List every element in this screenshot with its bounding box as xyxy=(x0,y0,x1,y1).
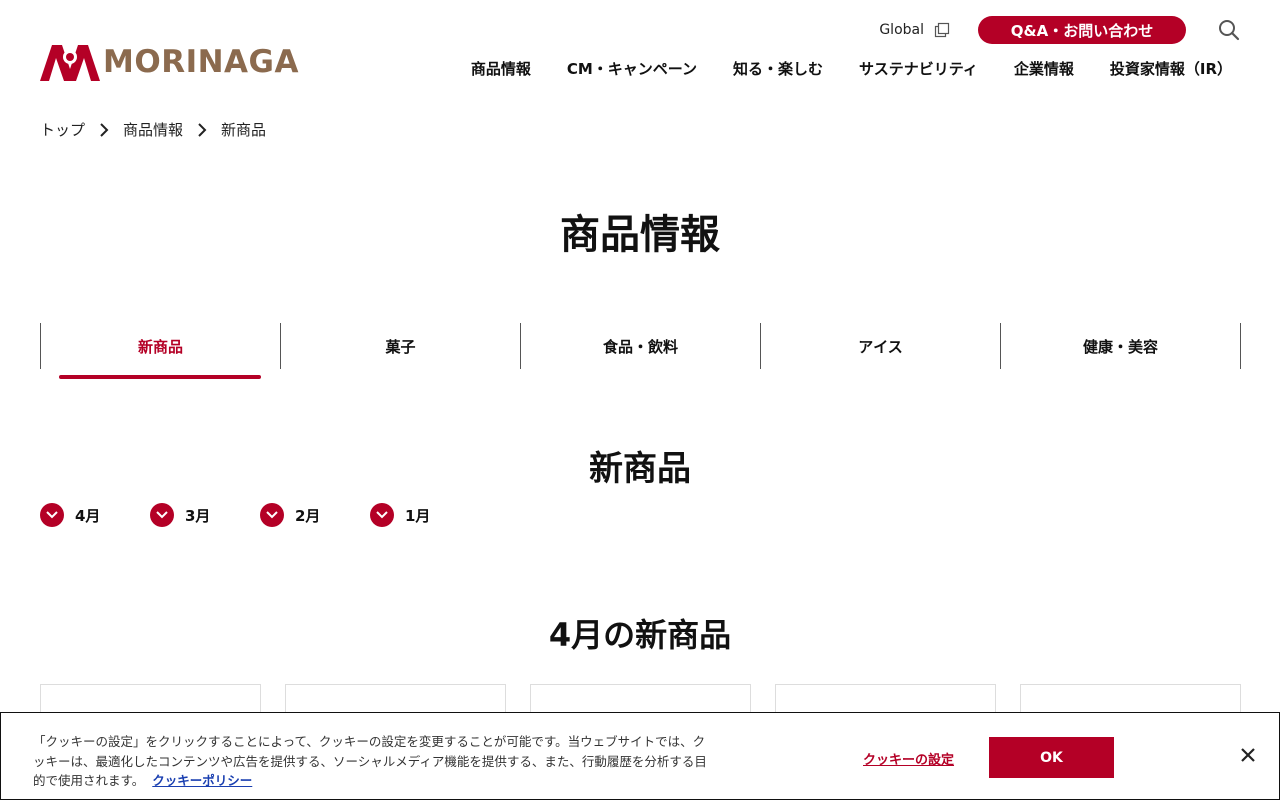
chevron-down-circle-icon xyxy=(370,503,394,527)
page-title: 商品情報 xyxy=(560,212,720,258)
breadcrumb-current: 新商品 xyxy=(221,121,267,139)
nav-item-corporate[interactable]: 企業情報 xyxy=(1014,58,1074,79)
cookie-policy-link[interactable]: クッキーポリシー xyxy=(152,773,252,788)
month-label: 1月 xyxy=(405,506,431,525)
month-anchor-links: 4月 3月 2月 1月 xyxy=(40,503,480,527)
qa-contact-button[interactable]: Q&A・お問い合わせ xyxy=(978,16,1186,44)
global-label: Global xyxy=(879,22,924,38)
nav-item-products[interactable]: 商品情報 xyxy=(471,58,531,79)
search-icon[interactable] xyxy=(1218,19,1240,41)
breadcrumb-top[interactable]: トップ xyxy=(40,119,85,140)
month-link-february[interactable]: 2月 xyxy=(260,503,370,527)
chevron-down-circle-icon xyxy=(150,503,174,527)
month-section-title: 4月の新商品 xyxy=(548,616,732,654)
category-tabs: 新商品 菓子 食品・飲料 アイス 健康・美容 xyxy=(40,323,1241,369)
month-label: 3月 xyxy=(185,506,211,525)
breadcrumb-products[interactable]: 商品情報 xyxy=(123,119,183,140)
nav-item-sustainability[interactable]: サステナビリティ xyxy=(859,58,978,79)
chevron-right-icon xyxy=(100,122,109,137)
site-header: MORINAGA Global Q&A・お問い合わせ 商品情報 CM・キャンペー… xyxy=(0,0,1280,100)
logo-text: MORINAGA xyxy=(103,44,299,80)
nav-item-learn-enjoy[interactable]: 知る・楽しむ xyxy=(733,58,823,79)
month-label: 4月 xyxy=(75,506,101,525)
morinaga-angel-logo-icon xyxy=(40,45,100,81)
close-icon[interactable] xyxy=(1239,746,1257,764)
month-label: 2月 xyxy=(295,506,321,525)
cookie-banner: 「クッキーの設定」をクリックすることによって、クッキーの設定を変更することが可能… xyxy=(0,712,1280,800)
chevron-down-circle-icon xyxy=(40,503,64,527)
active-tab-indicator xyxy=(59,375,261,379)
month-link-january[interactable]: 1月 xyxy=(370,503,480,527)
chevron-right-icon xyxy=(198,122,207,137)
chevron-down-circle-icon xyxy=(260,503,284,527)
tab-new-products[interactable]: 新商品 xyxy=(41,323,281,369)
breadcrumb: トップ 商品情報 新商品 xyxy=(40,119,266,140)
logo[interactable]: MORINAGA xyxy=(40,42,299,82)
tab-ice[interactable]: アイス xyxy=(761,323,1001,369)
tab-confectionery[interactable]: 菓子 xyxy=(281,323,521,369)
cookie-text: 「クッキーの設定」をクリックすることによって、クッキーの設定を変更することが可能… xyxy=(33,732,713,791)
global-link[interactable]: Global xyxy=(879,22,950,38)
nav-item-cm-campaign[interactable]: CM・キャンペーン xyxy=(567,58,697,79)
tab-food-beverage[interactable]: 食品・飲料 xyxy=(521,323,761,369)
global-nav: 商品情報 CM・キャンペーン 知る・楽しむ サステナビリティ 企業情報 投資家情… xyxy=(435,58,1232,79)
tab-health-beauty[interactable]: 健康・美容 xyxy=(1001,323,1241,369)
external-window-icon xyxy=(934,22,950,38)
cookie-ok-button[interactable]: OK xyxy=(989,737,1114,778)
month-link-march[interactable]: 3月 xyxy=(150,503,260,527)
cookie-message: 「クッキーの設定」をクリックすることによって、クッキーの設定を変更することが可能… xyxy=(33,734,707,788)
utility-bar: Global Q&A・お問い合わせ xyxy=(879,16,1240,44)
nav-item-ir[interactable]: 投資家情報（IR） xyxy=(1110,58,1232,79)
section-title: 新商品 xyxy=(589,449,691,489)
cookie-settings-link[interactable]: クッキーの設定 xyxy=(863,749,954,768)
month-link-april[interactable]: 4月 xyxy=(40,503,150,527)
